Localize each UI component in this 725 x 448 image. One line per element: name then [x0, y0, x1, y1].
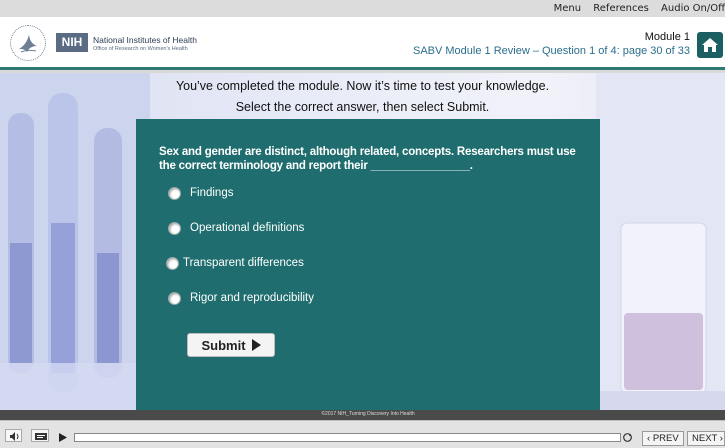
intro-text-line-1: You’ve completed the module. Now it’s ti… — [175, 79, 550, 93]
nih-logo: NIH — [56, 33, 88, 52]
beaker-background-image — [596, 73, 725, 410]
captions-button[interactable] — [31, 429, 49, 442]
top-menu-bar: Menu References Audio On/Off — [0, 0, 725, 17]
references-link[interactable]: References — [593, 3, 649, 14]
play-button[interactable] — [56, 429, 69, 442]
module-title: Module 1 — [644, 31, 690, 43]
next-button[interactable]: NEXT › — [687, 431, 725, 446]
radio-button[interactable] — [168, 221, 181, 235]
radio-button[interactable] — [168, 186, 181, 200]
option-findings[interactable]: Findings — [168, 185, 233, 201]
radio-button[interactable] — [166, 256, 179, 270]
play-arrow-icon — [251, 339, 261, 351]
question-text: Sex and gender are distinct, although re… — [159, 146, 576, 172]
option-operational-definitions[interactable]: Operational definitions — [168, 220, 304, 236]
prev-button[interactable]: ‹ PREV — [642, 431, 684, 446]
intro-text-line-2: Select the correct answer, then select S… — [235, 100, 490, 114]
prev-label: PREV — [652, 433, 679, 444]
option-label: Transparent differences — [183, 257, 304, 269]
footer-strip: ©2017 NIH_Turning Discovery Into Health — [0, 410, 725, 420]
option-rigor-and-reproducibility[interactable]: Rigor and reproducibility — [168, 290, 314, 306]
home-icon — [702, 38, 718, 52]
copyright-text: ©2017 NIH_Turning Discovery Into Health — [321, 411, 415, 417]
next-label: NEXT — [692, 433, 718, 444]
replay-icon[interactable] — [622, 432, 633, 443]
audio-button[interactable] — [5, 429, 22, 442]
nih-name: National Institutes of Health — [93, 35, 197, 45]
audio-toggle-link[interactable]: Audio On/Off — [661, 3, 725, 14]
option-label: Rigor and reproducibility — [190, 292, 315, 304]
content-stage: You’ve completed the module. Now it’s ti… — [0, 73, 725, 410]
progress-bar[interactable] — [74, 433, 621, 442]
captions-icon — [35, 433, 47, 440]
radio-button[interactable] — [168, 291, 181, 305]
option-transparent-differences[interactable]: Transparent differences — [166, 255, 304, 271]
option-label: Operational definitions — [190, 222, 305, 234]
chevron-right-icon: › — [717, 433, 723, 444]
nih-office-name: Office of Research on Women's Health — [93, 46, 188, 52]
test-tubes-background-image — [0, 73, 150, 410]
speaker-icon — [10, 432, 19, 441]
question-panel: Sex and gender are distinct, although re… — [136, 119, 600, 410]
module-subtitle: SABV Module 1 Review – Question 1 of 4: … — [412, 45, 690, 57]
option-label: Findings — [190, 187, 234, 199]
home-button[interactable] — [697, 32, 723, 58]
submit-button[interactable]: Submit — [187, 333, 275, 357]
menu-link[interactable]: Menu — [554, 3, 581, 14]
nih-name-block: National Institutes of Health Office of … — [93, 35, 197, 52]
header: NIH National Institutes of Health Office… — [0, 17, 725, 70]
player-controls: ‹ PREV NEXT › — [0, 420, 725, 448]
submit-label: Submit — [201, 337, 246, 353]
play-icon — [59, 433, 67, 442]
hhs-eagle-logo — [10, 25, 46, 61]
